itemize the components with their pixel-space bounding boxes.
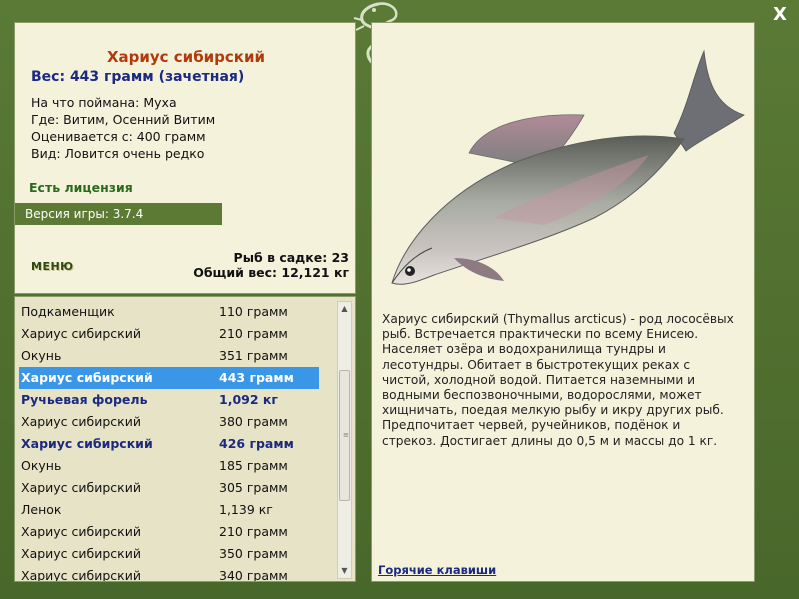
description-line: стрекоз. Достигает длины до 0,5 м и масс…: [382, 433, 718, 448]
list-item-weight: 305 грамм: [219, 480, 288, 495]
description-line: хищничать, поедая мелкую рыбу и икру дру…: [382, 403, 724, 418]
hotkeys-link[interactable]: Горячие клавиши: [378, 563, 496, 577]
list-item-name: Хариус сибирский: [21, 480, 141, 495]
grip-icon: ≡: [343, 431, 349, 439]
list-item-name: Хариус сибирский: [21, 568, 141, 582]
list-item-name: Подкаменщик: [21, 304, 115, 319]
list-item-weight: 340 грамм: [219, 568, 288, 582]
location-text: Где: Витим, Осенний Витим: [31, 112, 216, 127]
list-item[interactable]: Окунь 185 грамм: [19, 455, 319, 477]
description-line: рыб. Встречается практически по всему Ен…: [382, 327, 699, 342]
description-line: водными беспозвоночными, водорослями, мо…: [382, 388, 702, 403]
list-item[interactable]: Ленок 1,139 кг: [19, 499, 319, 521]
list-item[interactable]: Хариус сибирский 340 грамм: [19, 565, 319, 582]
fish-weight: Вес: 443 грамм (зачетная): [31, 69, 245, 85]
description-line: чистой, холодной водой. Питается наземны…: [382, 372, 696, 387]
list-item[interactable]: Хариус сибирский 210 грамм: [19, 323, 319, 345]
fish-details: На что поймана: Муха Где: Витим, Осенний…: [31, 94, 215, 162]
list-item-weight: 210 грамм: [219, 524, 288, 539]
scroll-up-icon[interactable]: ▲: [338, 302, 351, 316]
list-item-name: Окунь: [21, 348, 62, 363]
fish-description: Хариус сибирский (Thymallus arcticus) - …: [382, 312, 748, 449]
list-item[interactable]: Ручьевая форель 1,092 кг: [19, 389, 319, 411]
list-item-name: Ручьевая форель: [21, 392, 148, 407]
license-status: Есть лицензия: [29, 180, 133, 195]
fish-info-panel: Хариус сибирский Вес: 443 грамм (зачетна…: [14, 22, 356, 294]
list-item-weight: 351 грамм: [219, 348, 288, 363]
list-item-weight: 380 грамм: [219, 414, 288, 429]
list-item[interactable]: Хариус сибирский 380 грамм: [19, 411, 319, 433]
caught-with-text: На что поймана: Муха: [31, 95, 177, 110]
scroll-thumb[interactable]: ≡: [339, 370, 350, 501]
description-line: Предпочитает червей, ручейников, подёнок…: [382, 418, 681, 433]
fish-count-text: Рыб в садке: 23: [233, 250, 349, 265]
list-item-name: Хариус сибирский: [21, 524, 141, 539]
list-item-name: Хариус сибирский: [21, 414, 141, 429]
list-item[interactable]: Хариус сибирский 426 грамм: [19, 433, 319, 455]
catch-list: Подкаменщик 110 грамм Хариус сибирский 210 …: [19, 301, 319, 582]
description-line: лесотундры. Обитает в быстротекущих река…: [382, 357, 691, 372]
description-line: Хариус сибирский (Thymallus arcticus) - …: [382, 312, 734, 326]
total-weight-text: Общий вес: 12,121 кг: [193, 265, 349, 280]
grayling-fish-image: [391, 49, 745, 285]
description-line: Населяет озёра и водохранилища тундры и: [382, 342, 666, 357]
list-item-weight: 426 грамм: [219, 436, 294, 451]
scroll-down-icon[interactable]: ▼: [338, 564, 351, 578]
list-item-name: Хариус сибирский: [21, 546, 141, 561]
list-item-name: Хариус сибирский: [21, 436, 153, 451]
menu-button[interactable]: МЕНЮ: [31, 260, 74, 273]
list-item-weight: 1,092 кг: [219, 392, 278, 407]
fish-title: Хариус сибирский: [106, 48, 266, 66]
rarity-text: Вид: Ловится очень редко: [31, 146, 205, 161]
version-bar: Версия игры: 3.7.4: [15, 203, 222, 225]
list-item-weight: 210 грамм: [219, 326, 288, 341]
list-item[interactable]: Хариус сибирский 350 грамм: [19, 543, 319, 565]
list-item-weight: 110 грамм: [219, 304, 288, 319]
list-item-weight: 443 грамм: [219, 370, 294, 385]
catch-list-panel: Подкаменщик 110 грамм Хариус сибирский 210 …: [14, 296, 356, 582]
list-item[interactable]: Хариус сибирский 443 грамм: [19, 367, 319, 389]
list-scrollbar[interactable]: ▲ ≡ ▼: [337, 301, 352, 579]
list-item[interactable]: Окунь 351 грамм: [19, 345, 319, 367]
list-item[interactable]: Подкаменщик 110 грамм: [19, 301, 319, 323]
list-item-weight: 185 грамм: [219, 458, 288, 473]
list-item-weight: 1,139 кг: [219, 502, 273, 517]
list-item-name: Окунь: [21, 458, 62, 473]
list-item-name: Хариус сибирский: [21, 370, 153, 385]
list-item[interactable]: Хариус сибирский 305 грамм: [19, 477, 319, 499]
close-button[interactable]: X: [766, 2, 794, 28]
list-item-weight: 350 грамм: [219, 546, 288, 561]
list-item-name: Хариус сибирский: [21, 326, 141, 341]
list-item[interactable]: Хариус сибирский 210 грамм: [19, 521, 319, 543]
fish-description-panel: Хариус сибирский (Thymallus arcticus) - …: [371, 22, 755, 582]
catch-stats: Рыб в садке: 23 Общий вес: 12,121 кг: [193, 250, 349, 280]
list-item-name: Ленок: [21, 502, 62, 517]
valued-from-text: Оценивается с: 400 грамм: [31, 129, 206, 144]
